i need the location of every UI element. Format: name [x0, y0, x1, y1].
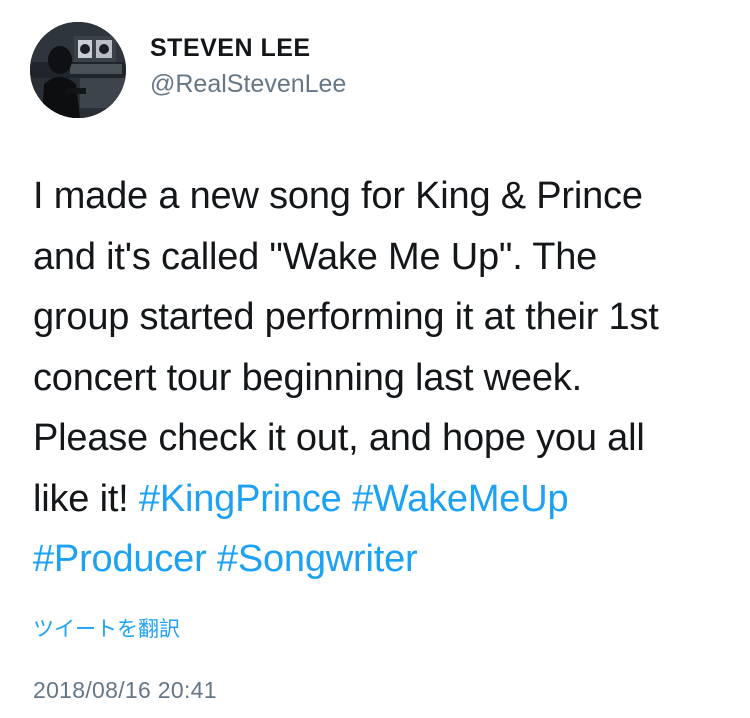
avatar[interactable]	[30, 22, 126, 118]
hashtag-link[interactable]: #Songwriter	[217, 538, 418, 580]
hashtag-link[interactable]: #KingPrince	[139, 478, 342, 520]
hashtag-link[interactable]: #WakeMeUp	[352, 478, 569, 520]
profile-photo-icon	[30, 22, 126, 118]
tweet-line: concert tour beginning last week.	[33, 356, 582, 399]
tweet-line-prefix: like it!	[33, 477, 139, 520]
tweet-header: STEVEN LEE @RealStevenLee	[30, 22, 346, 118]
translate-tweet-link[interactable]: ツイートを翻訳	[33, 614, 180, 644]
tweet-line: like it! #KingPrince #WakeMeUp	[33, 469, 723, 530]
tweet-line: Please check it out, and hope you all	[33, 417, 645, 459]
tweet-card: STEVEN LEE @RealStevenLee I made a new s…	[0, 0, 750, 718]
user-handle[interactable]: @RealStevenLee	[150, 68, 346, 100]
user-names: STEVEN LEE @RealStevenLee	[150, 32, 346, 100]
tweet-line: I made a new song for King & Prince	[33, 175, 643, 217]
display-name[interactable]: STEVEN LEE	[150, 32, 346, 64]
tweet-line: #Producer #Songwriter	[33, 529, 723, 590]
hashtag-link[interactable]: #Producer	[33, 538, 207, 580]
tweet-line: and it's called "Wake Me Up". The	[33, 235, 598, 278]
tweet-line: group started performing it at their 1st	[33, 296, 659, 338]
tweet-timestamp[interactable]: 2018/08/16 20:41	[33, 675, 217, 705]
tweet-text: I made a new song for King & Prince and …	[33, 166, 723, 590]
